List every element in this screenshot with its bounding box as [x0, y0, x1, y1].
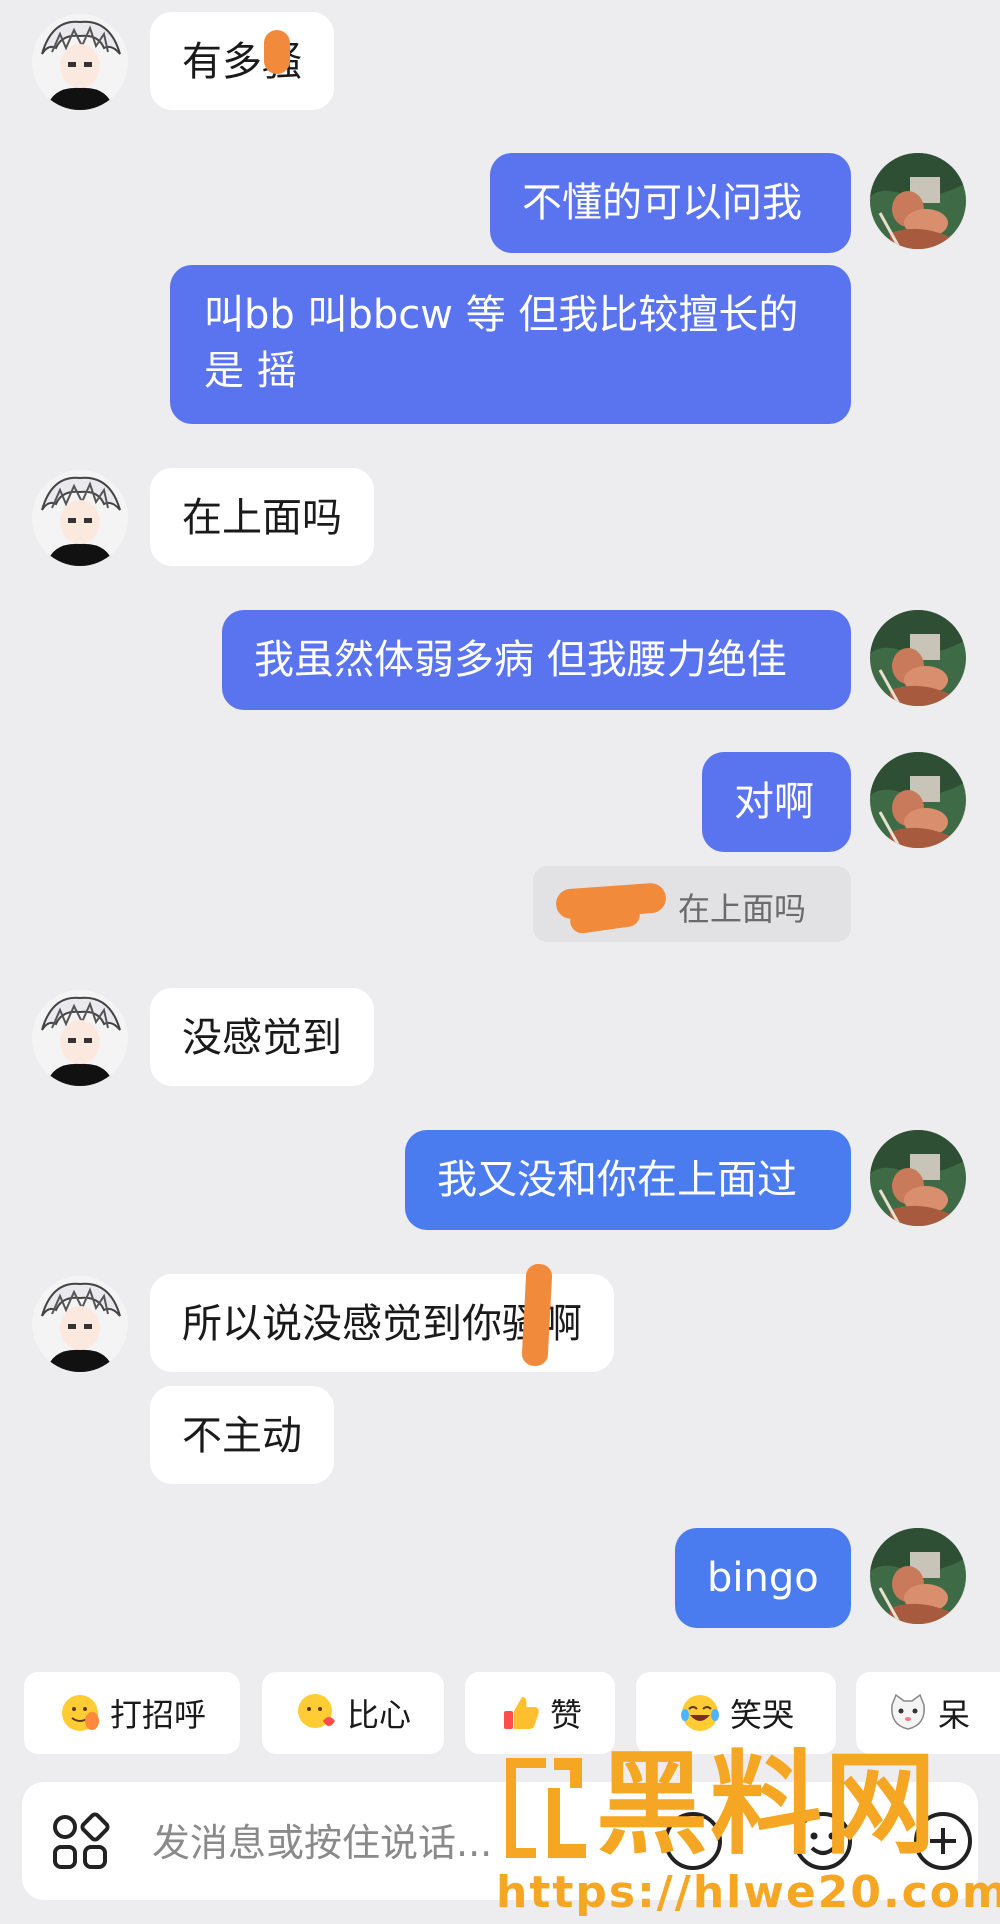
message-text: 不主动: [182, 1413, 302, 1459]
user-avatar[interactable]: [870, 1130, 966, 1226]
message-bubble-outgoing[interactable]: 对啊: [702, 752, 851, 852]
message-input[interactable]: 发消息或按住说话...: [152, 1812, 492, 1867]
contact-avatar[interactable]: [32, 14, 128, 110]
message-text: 没感觉到: [182, 1015, 342, 1061]
message-text: 叫bb 叫bbcw 等 但我比较擅长的是 摇: [204, 292, 799, 394]
redaction-mark: [264, 30, 290, 74]
redaction-mark: [521, 1263, 553, 1367]
contact-avatar[interactable]: [32, 1276, 128, 1372]
message-text: 我又没和你在上面过: [437, 1157, 797, 1203]
user-avatar[interactable]: [870, 153, 966, 249]
message-bubble-outgoing[interactable]: bingo: [675, 1528, 851, 1628]
message-text: bingo: [707, 1555, 819, 1601]
quick-reply-label: 呆: [937, 1696, 970, 1734]
watermark-url: https://hlwe20.com: [496, 1867, 1000, 1918]
quick-reply-like[interactable]: 赞: [465, 1672, 615, 1754]
message-bubble-outgoing[interactable]: 叫bb 叫bbcw 等 但我比较擅长的是 摇: [170, 265, 851, 424]
watermark: 黑料网 https://hlwe20.com: [496, 1740, 1000, 1924]
user-avatar[interactable]: [870, 610, 966, 706]
quick-reply-label: 打招呼: [109, 1696, 206, 1734]
thumbs-up-emoji-icon: [503, 1697, 539, 1729]
message-bubble-outgoing[interactable]: 不懂的可以问我: [490, 153, 851, 253]
message-text: 不懂的可以问我: [522, 180, 802, 226]
message-text: 我虽然体弱多病 但我腰力绝佳: [254, 637, 787, 683]
message-bubble-incoming[interactable]: 不主动: [150, 1386, 334, 1484]
quick-reply-heart[interactable]: 比心: [262, 1672, 444, 1754]
quick-reply-label: 赞: [549, 1696, 582, 1734]
watermark-brand: 黑料网: [596, 1740, 938, 1870]
message-bubble-incoming[interactable]: 在上面吗: [150, 468, 374, 566]
contact-avatar[interactable]: [32, 990, 128, 1086]
message-text: 在上面吗: [182, 495, 342, 541]
message-text: 对啊: [734, 779, 814, 825]
laugh-cry-emoji-icon: [680, 1695, 719, 1731]
wave-emoji-icon: [61, 1695, 99, 1731]
contact-avatar[interactable]: [32, 470, 128, 566]
heart-hands-emoji-icon: [297, 1694, 335, 1728]
user-avatar[interactable]: [870, 1528, 966, 1624]
quick-reply-label: 笑哭: [729, 1696, 794, 1734]
user-avatar[interactable]: [870, 752, 966, 848]
message-bubble-outgoing[interactable]: 我虽然体弱多病 但我腰力绝佳: [222, 610, 851, 710]
cat-emoji-icon: [891, 1693, 925, 1730]
message-bubble-incoming[interactable]: 有多骚: [150, 12, 334, 110]
quick-reply-label: 比心: [346, 1696, 411, 1734]
quoted-text: 在上面吗: [678, 890, 807, 928]
apps-grid-icon[interactable]: [50, 1812, 110, 1872]
quick-reply-wave[interactable]: 打招呼: [24, 1672, 240, 1754]
message-bubble-outgoing[interactable]: 我又没和你在上面过: [405, 1130, 851, 1230]
message-bubble-incoming[interactable]: 没感觉到: [150, 988, 374, 1086]
watermark-logo-icon: [506, 1758, 586, 1858]
